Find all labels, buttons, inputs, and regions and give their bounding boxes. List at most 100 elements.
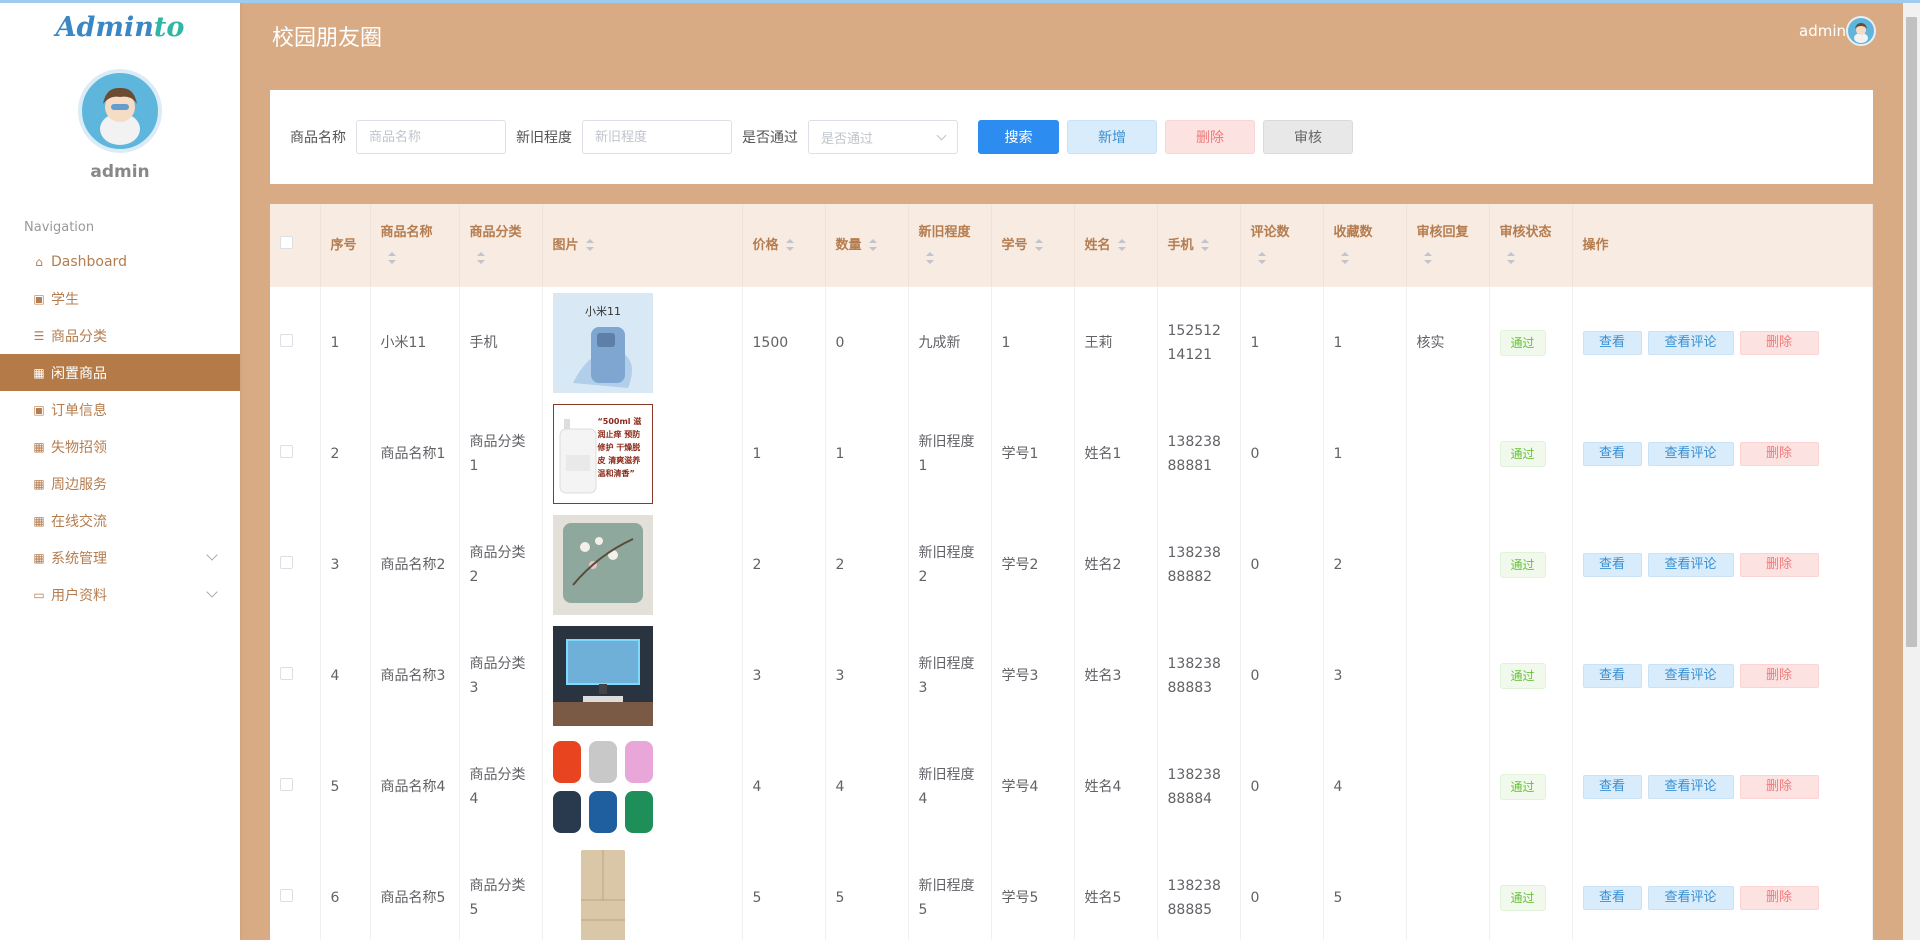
column-header[interactable]: 评论数 — [1240, 204, 1324, 287]
column-header[interactable]: 收藏数 — [1323, 204, 1407, 287]
view-button[interactable]: 查看 — [1582, 441, 1642, 466]
column-header[interactable]: 新旧程度 — [908, 204, 992, 287]
column-header[interactable]: 价格 — [742, 204, 826, 287]
column-header[interactable]: 商品名称 — [370, 204, 460, 287]
column-header: 序号 — [320, 204, 371, 287]
delete-button[interactable]: 删除 — [1739, 885, 1819, 910]
delete-button[interactable]: 删除 — [1739, 552, 1819, 577]
sidebar-item-students[interactable]: ▣ 学生 — [0, 280, 240, 317]
sidebar-item-categories[interactable]: ☰ 商品分类 — [0, 317, 240, 354]
view-comments-button[interactable]: 查看评论 — [1647, 330, 1734, 355]
search-button[interactable]: 搜索 — [978, 120, 1059, 154]
product-image[interactable] — [552, 625, 653, 726]
column-header[interactable]: 图片 — [542, 204, 743, 287]
header-username[interactable]: admin — [1799, 22, 1846, 40]
view-comments-button[interactable]: 查看评论 — [1647, 885, 1734, 910]
delete-button[interactable]: 删除 — [1739, 774, 1819, 799]
name-filter-input[interactable] — [356, 120, 506, 154]
scrollbar-thumb[interactable] — [1906, 17, 1917, 647]
sort-icon[interactable] — [1200, 239, 1210, 251]
product-image-caption: “500ml 滋润止痒 预防修护 干燥脱皮 清爽滋养 温和清香” — [597, 416, 642, 478]
sort-icon[interactable] — [1340, 252, 1350, 264]
sort-icon[interactable] — [1257, 252, 1267, 264]
grid-icon: ▦ — [33, 476, 45, 491]
row-checkbox[interactable] — [280, 777, 293, 791]
view-button[interactable]: 查看 — [1582, 663, 1642, 688]
grid-icon: ▦ — [33, 439, 45, 454]
delete-button[interactable]: 删除 — [1739, 330, 1819, 355]
clipboard-icon: ▣ — [33, 402, 45, 417]
sidebar-item-system[interactable]: ▦ 系统管理 — [0, 539, 240, 576]
search-bar: 商品名称 新旧程度 是否通过 是否通过 搜索 新增 删除 审核 — [270, 90, 1873, 184]
add-button[interactable]: 新增 — [1067, 120, 1157, 154]
sidebar: Adminto admin Navigation ⌂ Dashboard ▣ 学生 … — [0, 0, 240, 940]
sidebar-item-chat[interactable]: ▦ 在线交流 — [0, 502, 240, 539]
sidebar-item-orders[interactable]: ▣ 订单信息 — [0, 391, 240, 428]
chevron-down-icon — [206, 586, 218, 598]
app-logo[interactable]: Adminto — [0, 12, 240, 43]
sort-icon[interactable] — [387, 252, 397, 264]
sidebar-item-lost-found[interactable]: ▦ 失物招领 — [0, 428, 240, 465]
product-image[interactable]: “500ml 滋润止痒 预防修护 干燥脱皮 清爽滋养 温和清香” — [552, 403, 653, 504]
table-row: 1 小米11 手机 小米11 1500 0 九成新 1 王莉 152512141… — [270, 287, 1873, 398]
grid-icon: ▦ — [33, 513, 45, 528]
header-avatar[interactable] — [1846, 16, 1876, 46]
table-header-row: 序号 商品名称 商品分类 图片 价格 数量 新旧程度 学号 姓名 手机 评论数 … — [270, 204, 1873, 287]
row-checkbox[interactable] — [280, 555, 293, 569]
sort-icon[interactable] — [476, 252, 486, 264]
column-header[interactable]: 姓名 — [1074, 204, 1158, 287]
top-accent-line — [0, 0, 1920, 3]
status-badge: 通过 — [1499, 440, 1546, 467]
column-header: 操作 — [1572, 204, 1873, 287]
view-button[interactable]: 查看 — [1582, 330, 1642, 355]
sort-icon[interactable] — [785, 239, 795, 251]
column-header[interactable]: 商品分类 — [459, 204, 543, 287]
audit-button[interactable]: 审核 — [1263, 120, 1353, 154]
row-checkbox[interactable] — [280, 444, 293, 458]
column-header[interactable]: 审核状态 — [1489, 204, 1573, 287]
product-image[interactable] — [552, 736, 653, 837]
product-image[interactable] — [552, 514, 653, 615]
status-badge: 通过 — [1499, 329, 1546, 356]
calendar-icon: ▭ — [33, 587, 45, 602]
row-checkbox[interactable] — [280, 888, 293, 902]
view-comments-button[interactable]: 查看评论 — [1647, 774, 1734, 799]
grid-icon: ▦ — [33, 550, 45, 565]
sidebar-item-services[interactable]: ▦ 周边服务 — [0, 465, 240, 502]
page-scrollbar[interactable] — [1903, 0, 1920, 940]
sidebar-item-dashboard[interactable]: ⌂ Dashboard — [0, 243, 240, 280]
delete-button[interactable]: 删除 — [1739, 441, 1819, 466]
sort-icon[interactable] — [1117, 239, 1127, 251]
sort-icon[interactable] — [868, 239, 878, 251]
pass-filter-select[interactable]: 是否通过 — [808, 120, 958, 154]
product-image[interactable] — [552, 847, 653, 940]
column-header[interactable]: 手机 — [1157, 204, 1241, 287]
condition-filter-input[interactable] — [582, 120, 732, 154]
view-button[interactable]: 查看 — [1582, 885, 1642, 910]
sort-icon[interactable] — [1034, 239, 1044, 251]
view-button[interactable]: 查看 — [1582, 552, 1642, 577]
sort-icon[interactable] — [1506, 252, 1516, 264]
view-comments-button[interactable]: 查看评论 — [1647, 552, 1734, 577]
select-all-checkbox[interactable] — [280, 235, 293, 249]
sidebar-item-profile[interactable]: ▭ 用户资料 — [0, 576, 240, 613]
column-header[interactable]: 数量 — [825, 204, 909, 287]
status-badge: 通过 — [1499, 662, 1546, 689]
row-checkbox[interactable] — [280, 333, 293, 347]
view-comments-button[interactable]: 查看评论 — [1647, 663, 1734, 688]
product-image[interactable]: 小米11 — [552, 292, 653, 393]
sort-icon[interactable] — [1423, 252, 1433, 264]
grid-icon: ▦ — [33, 365, 45, 380]
column-header[interactable]: 学号 — [991, 204, 1075, 287]
clipboard-icon: ▣ — [33, 291, 45, 306]
view-comments-button[interactable]: 查看评论 — [1647, 441, 1734, 466]
view-button[interactable]: 查看 — [1582, 774, 1642, 799]
batch-delete-button[interactable]: 删除 — [1165, 120, 1255, 154]
column-header[interactable]: 审核回复 — [1406, 204, 1490, 287]
sidebar-username: admin — [90, 162, 150, 182]
sort-icon[interactable] — [925, 252, 935, 264]
sidebar-item-idle-goods[interactable]: ▦ 闲置商品 — [0, 354, 240, 391]
row-checkbox[interactable] — [280, 666, 293, 680]
sort-icon[interactable] — [585, 239, 595, 251]
delete-button[interactable]: 删除 — [1739, 663, 1819, 688]
